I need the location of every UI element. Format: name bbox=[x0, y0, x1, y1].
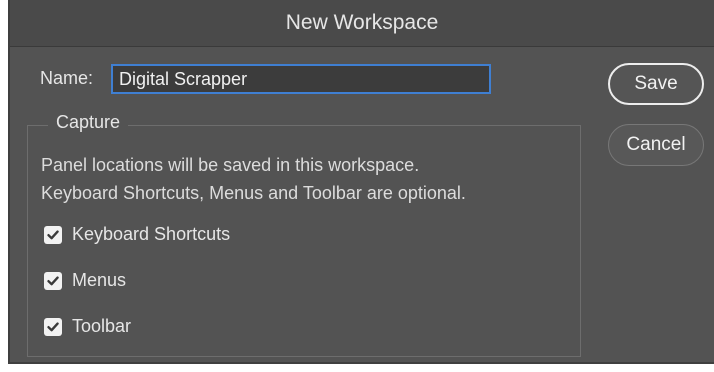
dialog-title: New Workspace bbox=[285, 11, 439, 34]
keyboard-shortcuts-label: Keyboard Shortcuts bbox=[72, 224, 231, 244]
name-input[interactable] bbox=[111, 64, 491, 94]
toolbar-option[interactable]: Toolbar bbox=[44, 316, 131, 337]
capture-group: Capture Panel locations will be saved in… bbox=[27, 112, 581, 357]
toolbar-checkbox[interactable] bbox=[44, 317, 62, 336]
name-label: Name: bbox=[40, 68, 94, 88]
checkmark-icon bbox=[47, 321, 59, 331]
capture-legend: Capture bbox=[48, 112, 129, 133]
checkmark-icon bbox=[47, 275, 59, 285]
capture-description: Panel locations will be saved in this wo… bbox=[41, 151, 571, 207]
new-workspace-dialog: New Workspace Name: Capture Panel locati… bbox=[8, 0, 714, 364]
keyboard-shortcuts-checkbox[interactable] bbox=[44, 225, 62, 244]
save-button[interactable]: Save bbox=[608, 63, 704, 105]
dialog-title-bar[interactable]: New Workspace bbox=[10, 0, 714, 47]
menus-label: Menus bbox=[72, 270, 127, 290]
checkmark-icon bbox=[47, 229, 59, 239]
menus-checkbox[interactable] bbox=[44, 271, 62, 290]
toolbar-label: Toolbar bbox=[72, 316, 132, 336]
keyboard-shortcuts-option[interactable]: Keyboard Shortcuts bbox=[44, 224, 230, 245]
save-button-label: Save bbox=[634, 73, 678, 94]
cancel-button-label: Cancel bbox=[626, 134, 686, 155]
capture-description-line-1: Panel locations will be saved in this wo… bbox=[41, 155, 420, 175]
cancel-button[interactable]: Cancel bbox=[608, 124, 704, 166]
menus-option[interactable]: Menus bbox=[44, 270, 126, 291]
capture-description-line-2: Keyboard Shortcuts, Menus and Toolbar ar… bbox=[41, 183, 466, 203]
